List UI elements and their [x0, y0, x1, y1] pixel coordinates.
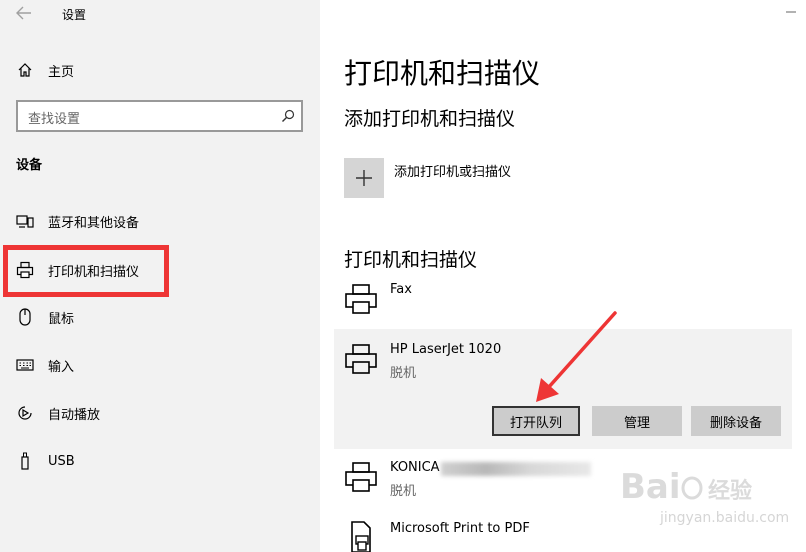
device-name: Microsoft Print to PDF [390, 521, 530, 536]
open-queue-button[interactable]: 打开队列 [492, 406, 580, 436]
baidu-paw-logo: Bai 经验 [620, 467, 752, 507]
sidebar-item-label: 蓝牙和其他设备 [48, 215, 140, 231]
search-placeholder: 查找设置 [28, 112, 81, 127]
section-heading: 设备 [16, 158, 43, 173]
device-name: HP LaserJet 1020 [390, 342, 502, 357]
sidebar-item-label: 鼠标 [48, 311, 75, 327]
list-section-heading: 打印机和扫描仪 [344, 249, 478, 271]
search-icon[interactable] [281, 109, 295, 123]
plus-icon [356, 170, 372, 186]
list-item-selected[interactable]: HP LaserJet 1020 脱机 打开队列 管理 删除设备 [334, 329, 792, 449]
sidebar: 设置 主页 查找设置 设备 蓝牙和其他设备 打印机和扫描仪 鼠标 输入 自动播放… [0, 0, 320, 552]
sidebar-item-usb[interactable]: USB [0, 441, 320, 481]
device-status: 脱机 [390, 484, 417, 499]
keyboard-icon [16, 356, 34, 374]
app-title: 设置 [62, 8, 87, 22]
remove-device-button[interactable]: 删除设备 [691, 406, 781, 436]
sidebar-item-autoplay[interactable]: 自动播放 [0, 393, 320, 433]
device-name: KONICA [390, 460, 440, 475]
highlight-annotation [3, 245, 169, 297]
usb-icon [16, 452, 34, 470]
blurred-redaction [441, 462, 591, 476]
minimize-icon[interactable] [776, 0, 806, 24]
autoplay-icon [16, 404, 34, 422]
sidebar-item-label: 输入 [48, 359, 75, 375]
page-title: 打印机和扫描仪 [344, 57, 541, 90]
back-arrow-icon[interactable] [14, 4, 34, 22]
sidebar-item-input[interactable]: 输入 [0, 345, 320, 385]
list-item[interactable]: Fax [334, 274, 792, 324]
manage-button[interactable]: 管理 [592, 406, 682, 436]
watermark: Bai 经验 jingyan.baidu.com [600, 462, 789, 542]
sidebar-item-mouse[interactable]: 鼠标 [0, 297, 320, 337]
printer-icon [345, 344, 377, 374]
device-status: 脱机 [390, 366, 417, 381]
pdf-printer-icon [351, 521, 371, 552]
sidebar-item-bluetooth[interactable]: 蓝牙和其他设备 [0, 201, 320, 241]
add-device-button[interactable] [344, 158, 384, 198]
add-section-heading: 添加打印机和扫描仪 [344, 108, 516, 130]
device-name: Fax [390, 282, 412, 297]
svg-text:经验: 经验 [708, 478, 752, 504]
add-device-label[interactable]: 添加打印机或扫描仪 [394, 161, 511, 180]
printer-icon [345, 284, 377, 314]
home-icon [16, 61, 34, 79]
title-bar: 设置 [0, 0, 320, 28]
sidebar-item-label: 自动播放 [48, 407, 101, 423]
svg-text:Bai: Bai [620, 467, 681, 507]
sidebar-item-label: USB [48, 453, 75, 469]
sidebar-item-home[interactable]: 主页 [0, 50, 320, 90]
devices-icon [16, 212, 34, 230]
sidebar-item-label: 主页 [48, 64, 75, 80]
watermark-url: jingyan.baidu.com [660, 510, 790, 526]
mouse-icon [16, 308, 34, 326]
search-input[interactable]: 查找设置 [16, 100, 303, 132]
printer-icon [345, 462, 377, 492]
